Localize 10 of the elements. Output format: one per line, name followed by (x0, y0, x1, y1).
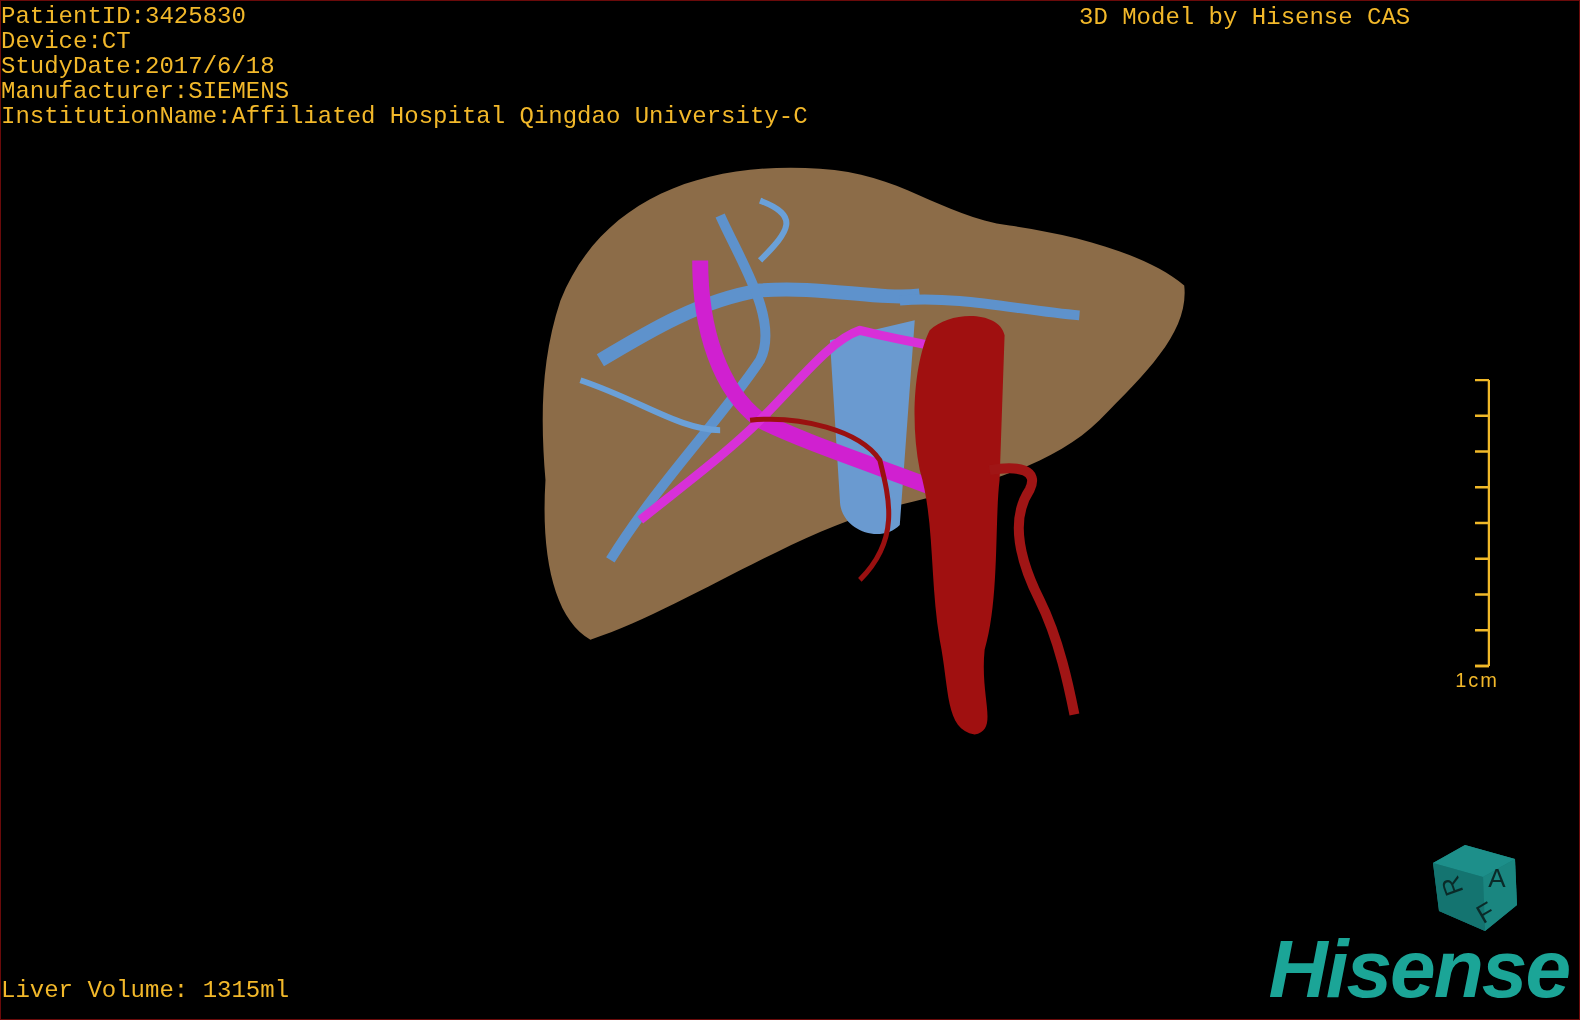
logo: Hisense (1268, 931, 1569, 1007)
patient-info-line: Device:CT (1, 29, 132, 54)
scale-label: 1cm (1455, 669, 1499, 692)
patient-info-line: Manufacturer:SIEMENS (1, 79, 291, 104)
viewer-title: 3D Model by Hisense CAS (1079, 5, 1411, 30)
liver-volume: Liver Volume: 1315ml (1, 978, 290, 1003)
patient-info-line: PatientID:3425830 (1, 4, 247, 29)
scale-bar-icon (1474, 379, 1490, 669)
patient-info-line: StudyDate:2017/6/18 (1, 54, 276, 79)
patient-info-line: InstitutionName:Affiliated Hospital Qingdao University-C (1, 104, 808, 129)
